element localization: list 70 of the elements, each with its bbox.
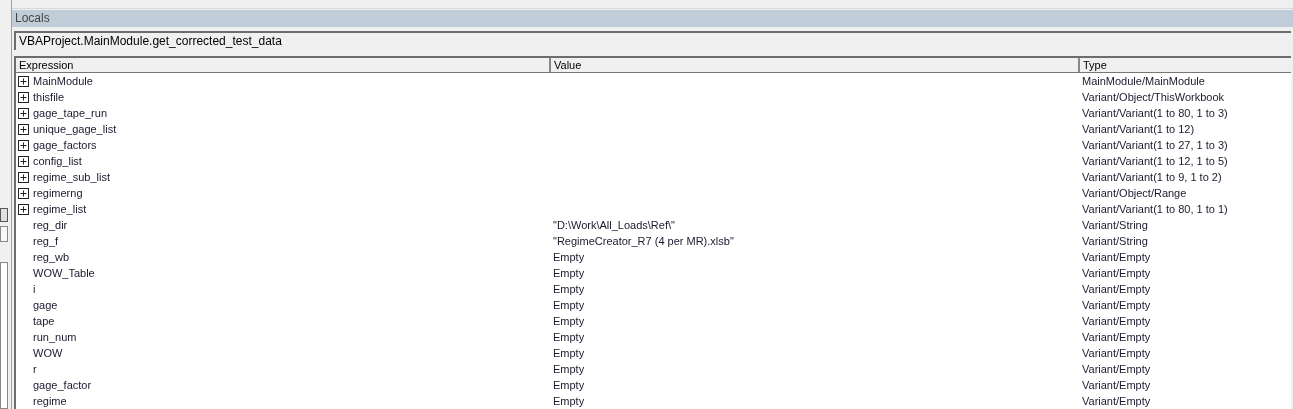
type-cell: Variant/Variant(1 to 80, 1 to 3) [1082,106,1228,119]
value-cell: Empty [553,314,585,327]
type-cell: Variant/Variant(1 to 80, 1 to 1) [1082,202,1228,215]
expression-cell-text: gage_factor [33,377,92,393]
type-cell: Variant/Empty [1082,394,1151,407]
expression-cell-text: gage_factors [33,137,97,153]
expand-icon[interactable] [18,123,29,135]
expression-cell-text: regime [33,393,67,409]
type-cell: Variant/Variant(1 to 27, 1 to 3) [1082,138,1228,151]
column-header[interactable]: Value [549,58,1078,72]
column-header[interactable]: Expression [16,58,549,72]
type-cell: Variant/Empty [1082,346,1151,359]
expression-cell-text: regime_sub_list [33,169,111,185]
value-cell: Empty [553,282,585,295]
type-cell: Variant/Empty [1082,298,1151,311]
panel-title: Locals [12,10,1293,27]
expression-cell-text: gage_tape_run [33,105,107,121]
type-cell: Variant/Empty [1082,378,1151,391]
type-cell: MainModule/MainModule [1082,74,1205,87]
expression-cell-text: tape [33,313,55,329]
value-cell: Empty [553,346,585,359]
value-cell: "RegimeCreator_R7 (4 per MR).xlsb" [553,234,734,247]
value-cell: Empty [553,250,585,263]
value-cell: Empty [553,266,585,279]
type-cell: Variant/Object/ThisWorkbook [1082,90,1225,103]
expression-cell-text: config_list [33,153,82,169]
context-field: VBAProject.MainModule.get_corrected_test_data [14,31,1291,50]
type-cell: Variant/Empty [1082,250,1151,263]
expression-cell-text: i [33,281,36,297]
expression-cell-text: thisfile [33,89,65,105]
expression-cell-text: reg_dir [33,217,68,233]
side-button[interactable] [0,208,8,222]
expression-cell-text: r [33,361,37,377]
expand-icon[interactable] [18,203,29,215]
expression-cell-text: regime_list [33,201,87,217]
value-cell: Empty [553,378,585,391]
expression-cell-text: WOW [33,345,63,361]
expand-icon[interactable] [18,75,29,87]
value-cell: Empty [553,330,585,343]
expand-icon[interactable] [18,91,29,103]
expand-icon[interactable] [18,139,29,151]
expand-icon[interactable] [18,155,29,167]
type-cell: Variant/Variant(1 to 12, 1 to 5) [1082,154,1228,167]
expression-cell-text: unique_gage_list [33,121,117,137]
value-cell: Empty [553,362,585,375]
side-field[interactable] [0,226,8,242]
expand-icon[interactable] [18,171,29,183]
type-cell: Variant/Empty [1082,330,1151,343]
type-cell: Variant/Object/Range [1082,186,1187,199]
type-cell: Variant/String [1082,218,1148,231]
expression-cell-text: MainModule [33,73,93,89]
expression-cell-text: reg_wb [33,249,70,265]
type-cell: Variant/Variant(1 to 9, 1 to 2) [1082,170,1222,183]
expression-cell-text: run_num [33,329,77,345]
type-cell: Variant/String [1082,234,1148,247]
type-cell: Variant/Empty [1082,362,1151,375]
type-cell: Variant/Empty [1082,282,1151,295]
expression-cell-text: gage [33,297,58,313]
expression-cell-text: WOW_Table [33,265,95,281]
value-cell: Empty [553,394,585,407]
type-cell: Variant/Variant(1 to 12) [1082,122,1195,135]
type-cell: Variant/Empty [1082,314,1151,327]
type-cell: Variant/Empty [1082,266,1151,279]
expression-cell-text: reg_f [33,233,59,249]
expand-icon[interactable] [18,187,29,199]
column-header[interactable]: Type [1078,58,1291,72]
value-cell: "D:\Work\All_Loads\Ref\" [553,218,675,231]
value-cell: Empty [553,298,585,311]
expression-cell-text: regimerng [33,185,83,201]
expand-icon[interactable] [18,107,29,119]
